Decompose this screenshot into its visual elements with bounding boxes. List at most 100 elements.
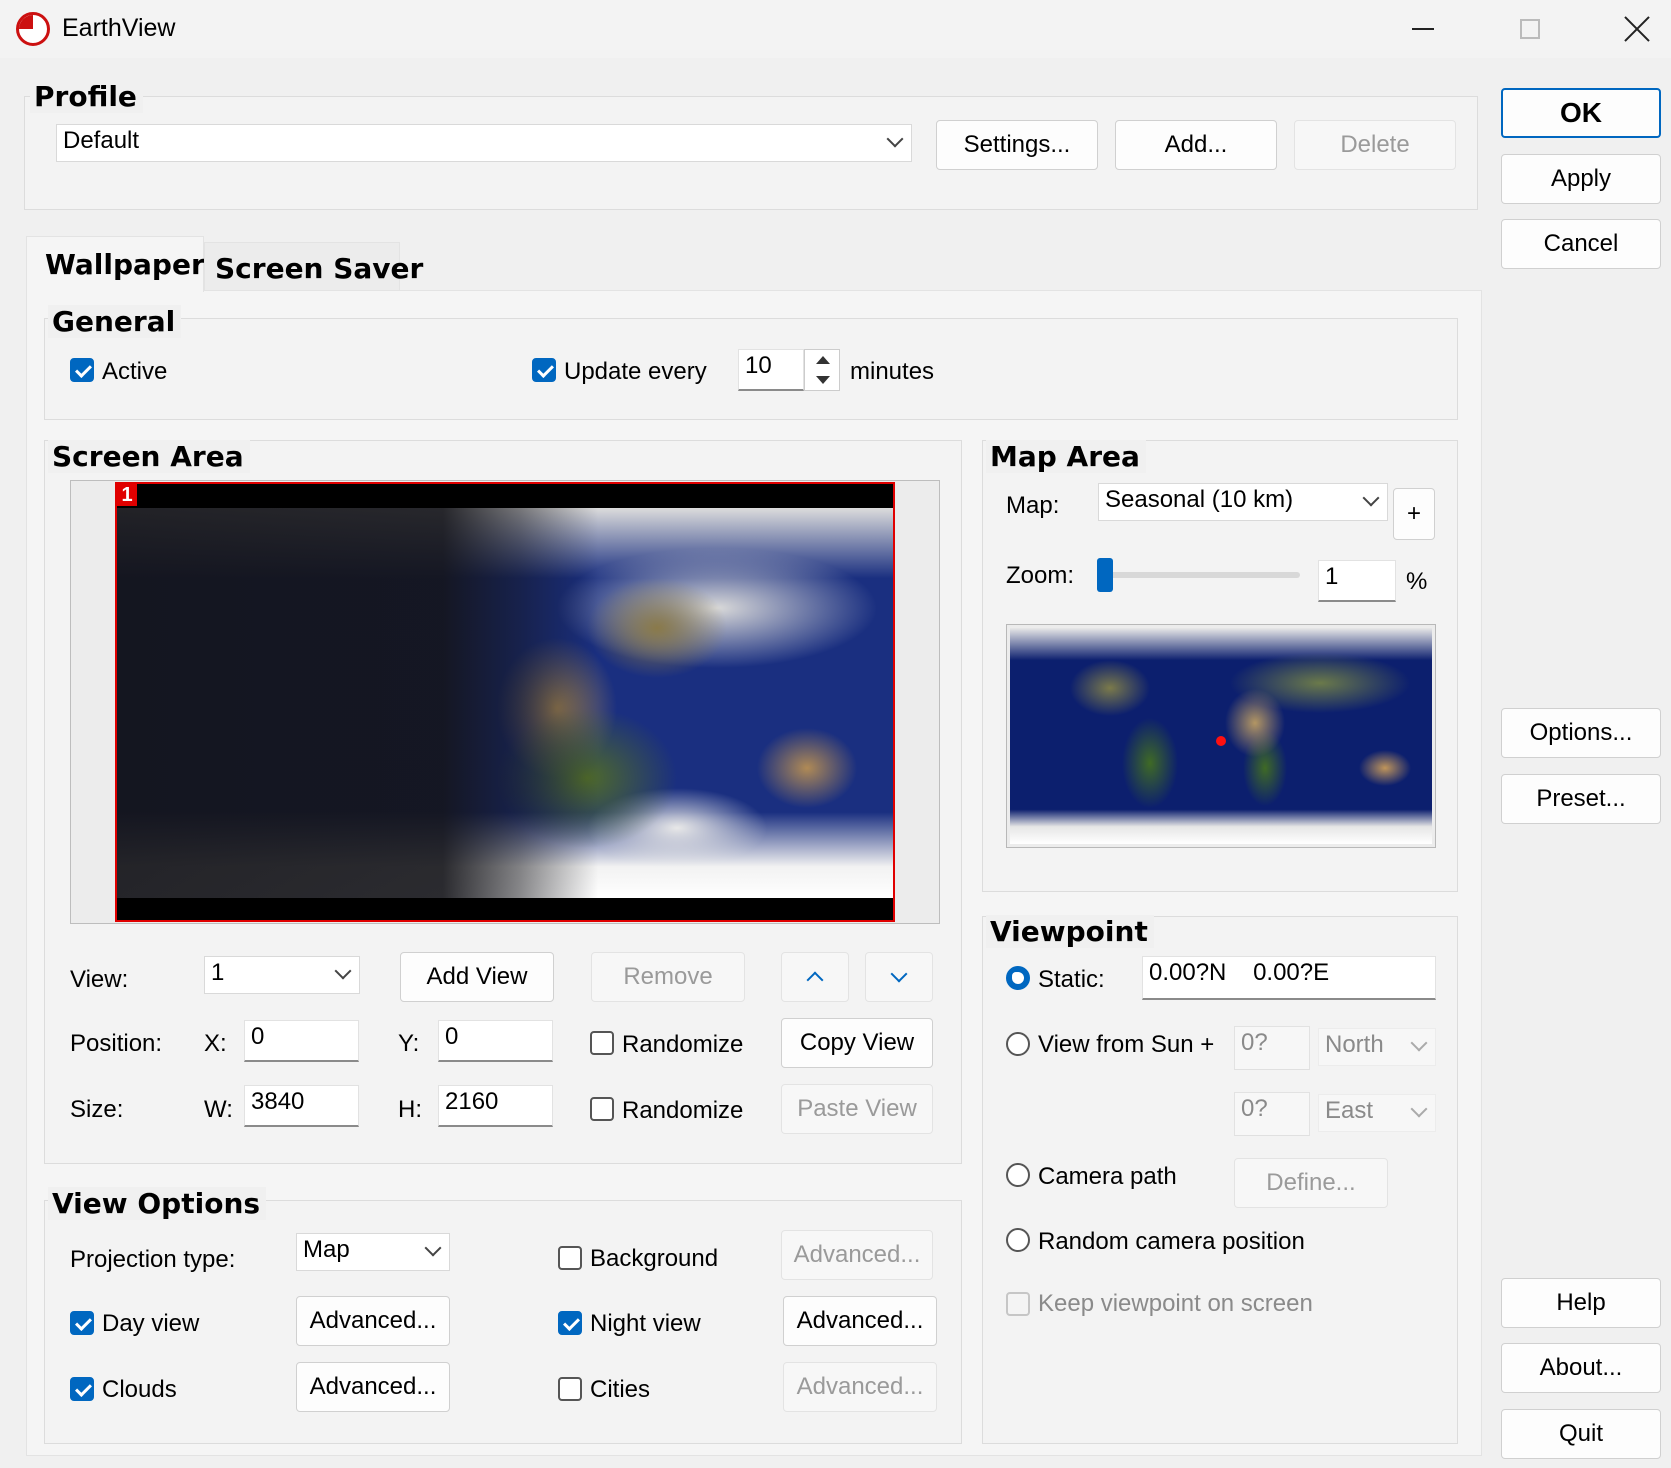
profile-select[interactable]: Default [56, 124, 912, 162]
about-button[interactable]: About... [1501, 1343, 1661, 1393]
world-map-image [1010, 628, 1432, 844]
sun-latitude-direction-value: North [1325, 1031, 1384, 1058]
cities-label: Cities [590, 1376, 651, 1403]
cities-advanced-button[interactable]: Advanced... [783, 1362, 937, 1412]
w-label: W: [204, 1096, 233, 1123]
preset-button[interactable]: Preset... [1501, 774, 1661, 824]
background-advanced-button[interactable]: Advanced... [781, 1230, 933, 1280]
move-down-button[interactable] [865, 952, 933, 1002]
randomize-position-label: Randomize [622, 1031, 744, 1058]
camera-path-radio[interactable] [1006, 1163, 1030, 1187]
screen-area-title: Screen Area [48, 440, 250, 473]
map-area-title: Map Area [986, 440, 1146, 473]
clouds-advanced-button[interactable]: Advanced... [296, 1362, 450, 1412]
spin-down-icon[interactable] [816, 376, 830, 384]
ok-button[interactable]: OK [1501, 88, 1661, 138]
screen-number-badge: 1 [117, 484, 137, 506]
view-select-value: 1 [211, 959, 225, 986]
size-w-input[interactable]: 3840 [244, 1085, 359, 1127]
position-x-input[interactable]: 0 [244, 1020, 359, 1062]
sun-longitude-direction-value: East [1325, 1097, 1374, 1124]
night-view-advanced-button[interactable]: Advanced... [783, 1296, 937, 1346]
night-shadow [117, 508, 893, 898]
map-label: Map: [1006, 492, 1060, 519]
view-from-sun-label: View from Sun + [1038, 1031, 1215, 1058]
view-options-title: View Options [48, 1187, 267, 1220]
active-checkbox[interactable] [70, 358, 94, 382]
map-select-value: Seasonal (10 km) [1105, 486, 1294, 513]
cancel-button[interactable]: Cancel [1501, 219, 1661, 269]
day-view-checkbox[interactable] [70, 1311, 94, 1335]
night-view-checkbox[interactable] [558, 1311, 582, 1335]
day-view-label: Day view [102, 1310, 200, 1337]
quit-button[interactable]: Quit [1501, 1409, 1661, 1459]
randomize-size-label: Randomize [622, 1097, 744, 1124]
profile-title: Profile [30, 80, 143, 113]
randomize-position-checkbox[interactable] [590, 1031, 614, 1055]
tab-screen-saver[interactable]: Screen Saver [204, 242, 423, 290]
y-label: Y: [398, 1030, 420, 1057]
static-radio[interactable] [1006, 966, 1030, 990]
tab-wallpaper[interactable]: Wallpaper [26, 236, 205, 292]
sun-latitude-input[interactable]: 0? [1234, 1026, 1310, 1070]
zoom-label: Zoom: [1006, 562, 1075, 589]
add-view-button[interactable]: Add View [400, 952, 554, 1002]
sun-latitude-direction-select[interactable]: North [1318, 1028, 1436, 1066]
update-unit-label: minutes [850, 358, 935, 385]
settings-button[interactable]: Settings... [936, 120, 1098, 170]
help-button[interactable]: Help [1501, 1278, 1661, 1328]
add-map-button[interactable]: + [1393, 488, 1435, 540]
static-coordinates-input[interactable]: 0.00?N 0.00?E [1142, 956, 1436, 1000]
position-y-input[interactable]: 0 [438, 1020, 553, 1062]
minimize-icon[interactable] [1412, 28, 1434, 30]
move-up-button[interactable] [781, 952, 849, 1002]
options-button[interactable]: Options... [1501, 708, 1661, 758]
projection-type-label: Projection type: [70, 1246, 236, 1273]
cities-checkbox[interactable] [558, 1377, 582, 1401]
projection-type-select[interactable]: Map [296, 1233, 450, 1271]
randomize-size-checkbox[interactable] [590, 1097, 614, 1121]
define-camera-path-button[interactable]: Define... [1234, 1158, 1388, 1208]
apply-button[interactable]: Apply [1501, 154, 1661, 204]
zoom-slider-track[interactable] [1100, 572, 1300, 578]
maximize-icon[interactable] [1520, 19, 1540, 39]
random-camera-label: Random camera position [1038, 1228, 1305, 1255]
view-select[interactable]: 1 [204, 956, 360, 994]
title-bar: EarthView [0, 0, 1671, 58]
tab-screen-saver-label: Screen Saver [215, 252, 424, 285]
close-icon[interactable] [1622, 14, 1652, 44]
size-h-input[interactable]: 2160 [438, 1085, 553, 1127]
background-checkbox[interactable] [558, 1246, 582, 1270]
h-label: H: [398, 1096, 422, 1123]
screen-preview[interactable]: 1 [115, 482, 895, 922]
spin-up-icon[interactable] [816, 356, 830, 364]
update-every-checkbox[interactable] [532, 358, 556, 382]
zoom-input[interactable]: 1 [1318, 560, 1396, 602]
paste-view-button[interactable]: Paste View [781, 1084, 933, 1134]
update-interval-input[interactable]: 10 [738, 349, 804, 391]
chevron-down-icon [1410, 1034, 1428, 1052]
earthview-logo-icon [16, 12, 50, 46]
profile-select-value: Default [63, 127, 140, 154]
random-camera-radio[interactable] [1006, 1228, 1030, 1252]
remove-view-button[interactable]: Remove [591, 952, 745, 1002]
map-select[interactable]: Seasonal (10 km) [1098, 483, 1388, 521]
update-every-label: Update every [564, 358, 707, 385]
clouds-checkbox[interactable] [70, 1377, 94, 1401]
size-label: Size: [70, 1096, 124, 1123]
copy-view-button[interactable]: Copy View [781, 1018, 933, 1068]
keep-viewpoint-checkbox[interactable] [1006, 1292, 1030, 1316]
add-profile-button[interactable]: Add... [1115, 120, 1277, 170]
day-view-advanced-button[interactable]: Advanced... [296, 1296, 450, 1346]
view-from-sun-radio[interactable] [1006, 1032, 1030, 1056]
active-label: Active [102, 358, 168, 385]
delete-profile-button[interactable]: Delete [1294, 120, 1456, 170]
projection-type-value: Map [303, 1236, 350, 1263]
update-interval-stepper[interactable] [804, 349, 840, 391]
sun-longitude-direction-select[interactable]: East [1318, 1094, 1436, 1132]
map-preview[interactable] [1006, 624, 1436, 848]
zoom-slider-thumb[interactable] [1097, 558, 1113, 592]
viewpoint-title: Viewpoint [986, 915, 1154, 948]
sun-longitude-input[interactable]: 0? [1234, 1092, 1310, 1136]
tab-wallpaper-label: Wallpaper [45, 248, 205, 281]
